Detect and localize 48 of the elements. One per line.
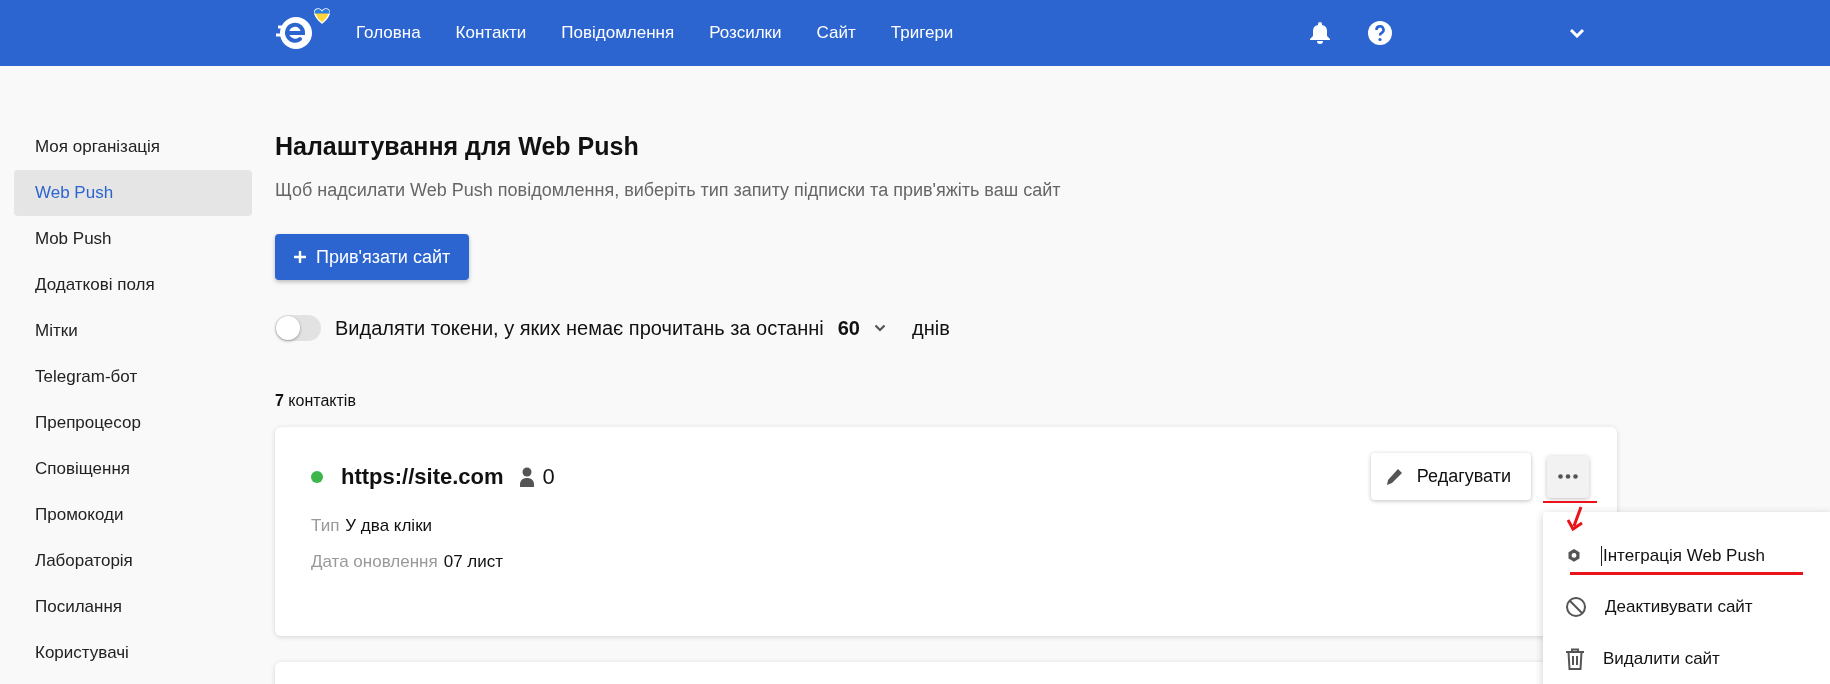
days-unit: днів [912,316,950,340]
help-icon[interactable] [1368,21,1392,45]
sidebar-item[interactable]: Mob Push [14,216,252,262]
sidebar-item[interactable]: Сповіщення [14,446,252,492]
sidebar-item[interactable]: Моя організація [14,124,252,170]
menu-item[interactable]: Видалити сайт [1543,635,1830,683]
plus-icon [294,251,306,263]
nav-link[interactable]: Головна [356,23,421,43]
sidebar-item[interactable]: Користувачі [14,630,252,676]
sidebar-item[interactable]: Додаткові поля [14,262,252,308]
prohibited-icon [1565,596,1587,618]
page-title: Налаштування для Web Push [275,131,640,162]
field-value: У два кліки [345,516,433,536]
edit-button[interactable]: Редагувати [1370,453,1531,500]
nav-link[interactable]: Повідомлення [561,23,675,43]
nav-link[interactable]: Контакти [455,23,527,43]
subscriber-count: 0 [542,463,555,490]
toggle-switch[interactable] [275,315,321,341]
contact-count: 7 контактів [275,392,357,410]
more-button[interactable] [1547,455,1589,498]
nav-link[interactable]: Тригери [890,23,954,43]
sidebar-item[interactable]: Мітки [14,308,252,354]
pencil-icon [1386,467,1403,486]
sidebar-item[interactable]: Лабораторія [14,538,252,584]
bell-icon[interactable] [1310,22,1330,44]
sidebar-item[interactable]: Web Push [14,170,252,216]
underline-mark [1543,500,1597,503]
page-subtitle: Щоб надсилати Web Push повідомлення, виберіть тип запиту підписки та прив'яжіть ваш сайт [275,180,1062,201]
person-icon [519,466,534,487]
trash-icon [1565,648,1585,670]
chevron-down-icon[interactable] [1569,28,1585,38]
field-label: Тип [311,516,340,536]
nav-link[interactable]: Сайт [816,23,856,43]
more-dots-icon [1558,474,1578,479]
sidebar-item[interactable]: Посилання [14,584,252,630]
sidebar-item[interactable]: Telegram-бот [14,354,252,400]
chevron-down-icon [874,324,886,332]
add-site-button[interactable]: Прив'язати сайт [275,234,470,280]
menu-item[interactable]: Деактивувати сайт [1543,583,1830,631]
sidebar-item[interactable]: Промокоди [14,492,252,538]
sidebar-item[interactable]: Препроцесор [14,400,252,446]
field-label: Дата оновлення [311,552,438,572]
menu-item[interactable]: Інтеграція Web Push [1543,532,1830,580]
nav-link[interactable]: Розсилки [709,23,782,43]
toggle-label: Видаляти токени, у яких немає прочитань за останні [335,316,824,340]
site-url: https://site.com [341,463,504,490]
days-select[interactable]: 60 [837,316,886,340]
field-value: 07 лист [443,552,503,572]
